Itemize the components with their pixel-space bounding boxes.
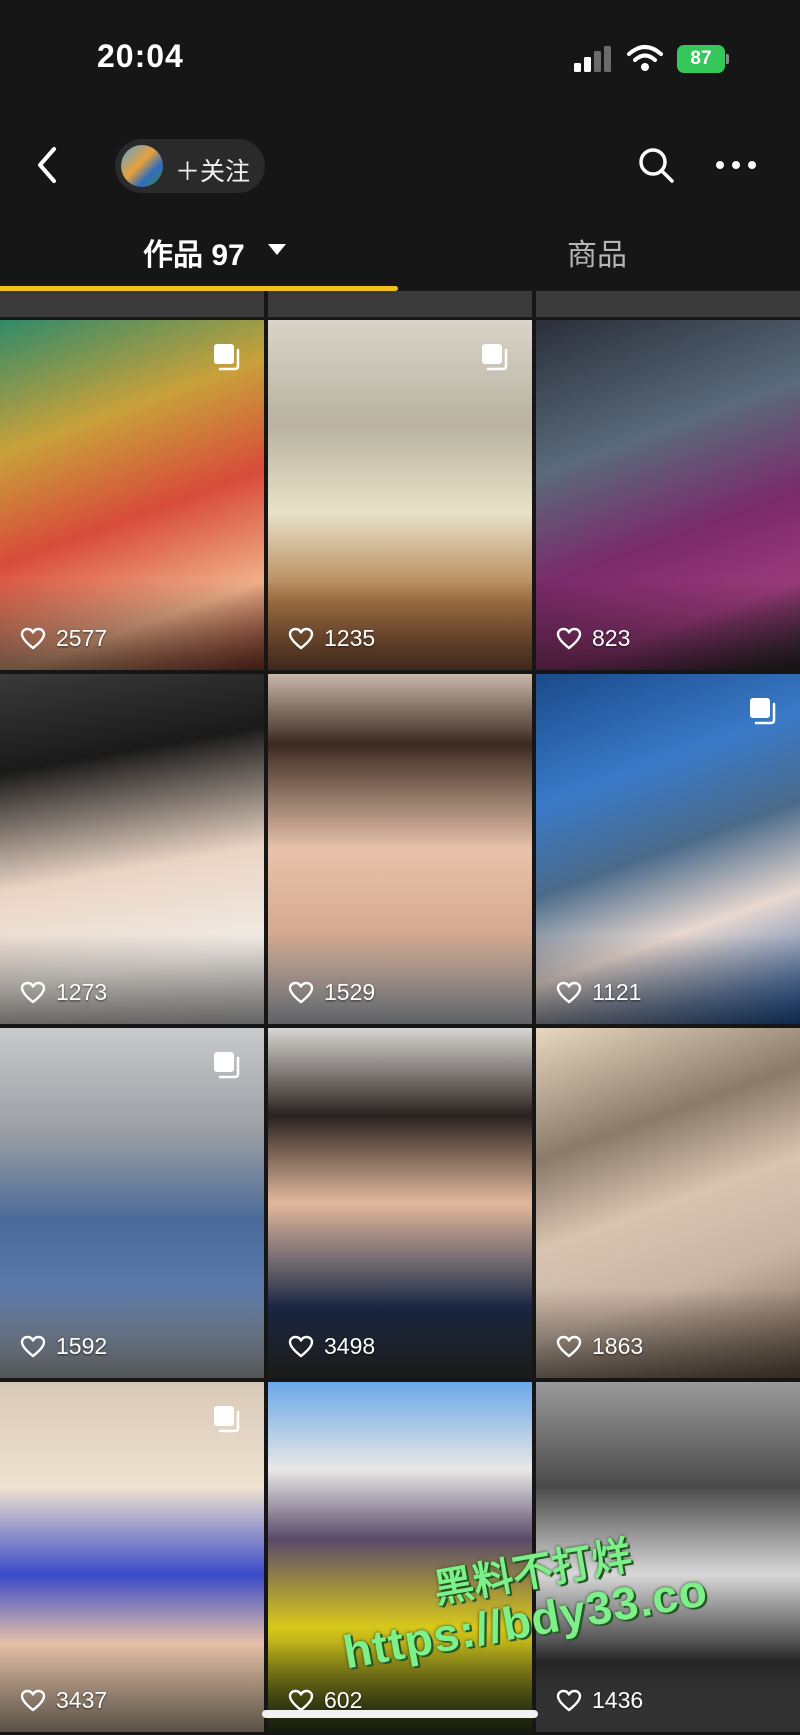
heart-icon: [20, 627, 46, 649]
like-count-group: 1121: [556, 979, 641, 1006]
heart-icon: [556, 1689, 582, 1711]
heart-icon: [288, 1335, 314, 1357]
like-count-group: 3437: [20, 1687, 107, 1714]
heart-icon: [556, 981, 582, 1003]
like-count: 1863: [592, 1333, 644, 1359]
like-count: 1529: [324, 979, 376, 1005]
heart-icon: [20, 981, 46, 1003]
caret-down-icon[interactable]: [268, 244, 286, 255]
home-indicator: [262, 1710, 538, 1718]
signal-icon: [574, 46, 611, 72]
heart-icon: [20, 1335, 46, 1357]
video-thumbnail[interactable]: 3498: [268, 1028, 532, 1378]
like-count-group: 1436: [556, 1687, 643, 1714]
multi-image-icon: [482, 344, 508, 371]
like-count: 3437: [56, 1687, 108, 1713]
multi-image-icon: [214, 344, 240, 371]
heart-icon: [556, 1335, 582, 1357]
video-thumbnail[interactable]: 1529: [268, 674, 532, 1024]
like-count-group: 3498: [288, 1333, 375, 1360]
wifi-icon: [627, 45, 663, 71]
video-thumbnail[interactable]: 1235: [268, 320, 532, 670]
heart-icon: [288, 627, 314, 649]
like-count: 1235: [324, 625, 376, 651]
previous-row-strip: [0, 291, 264, 317]
profile-nav-bar: ＋关注: [0, 125, 800, 205]
like-count-group: 1273: [20, 979, 107, 1006]
tab-works-label: 作品 97: [143, 239, 245, 272]
video-thumbnail[interactable]: 1863: [536, 1028, 800, 1378]
like-count-group: 1235: [288, 625, 375, 652]
like-count-group: 1863: [556, 1333, 643, 1360]
like-count: 1121: [592, 979, 642, 1005]
video-thumbnail[interactable]: 823: [536, 320, 800, 670]
like-count-group: 2577: [20, 625, 107, 652]
like-count: 1273: [56, 979, 108, 1005]
previous-row-strip: [536, 291, 800, 317]
video-thumbnail[interactable]: 1121: [536, 674, 800, 1024]
like-count: 823: [592, 625, 631, 651]
multi-image-icon: [214, 1406, 240, 1433]
back-icon[interactable]: [28, 143, 68, 187]
video-thumbnail[interactable]: 1273: [0, 674, 264, 1024]
heart-icon: [556, 627, 582, 649]
battery-tip: [726, 54, 729, 64]
tab-goods[interactable]: 商品: [400, 215, 800, 285]
like-count-group: 1529: [288, 979, 375, 1006]
like-count-group: 1592: [20, 1333, 107, 1360]
tab-works[interactable]: 作品 97: [0, 215, 400, 285]
content-tabs: 作品 97 商品: [0, 215, 800, 285]
like-count: 1592: [56, 1333, 108, 1359]
status-bar: 20:04 87: [0, 0, 800, 115]
heart-icon: [288, 1689, 314, 1711]
more-icon[interactable]: [714, 145, 758, 185]
video-thumbnail[interactable]: 2577: [0, 320, 264, 670]
heart-icon: [288, 981, 314, 1003]
like-count: 2577: [56, 625, 108, 651]
status-time: 20:04: [97, 38, 184, 74]
battery-level: 87: [677, 45, 725, 73]
search-icon[interactable]: [636, 145, 676, 185]
battery-charging-icon: 87: [677, 45, 729, 73]
video-thumbnail[interactable]: 3437: [0, 1382, 264, 1732]
previous-row-strip: [268, 291, 532, 317]
like-count: 3498: [324, 1333, 376, 1359]
follow-label: ＋关注: [175, 158, 251, 186]
multi-image-icon: [750, 698, 776, 725]
tab-goods-label: 商品: [567, 239, 627, 272]
avatar: [121, 145, 163, 187]
multi-image-icon: [214, 1052, 240, 1079]
like-count-group: 823: [556, 625, 630, 652]
heart-icon: [20, 1689, 46, 1711]
follow-button[interactable]: ＋关注: [115, 139, 265, 193]
video-thumbnail[interactable]: 1592: [0, 1028, 264, 1378]
like-count: 1436: [592, 1687, 644, 1713]
